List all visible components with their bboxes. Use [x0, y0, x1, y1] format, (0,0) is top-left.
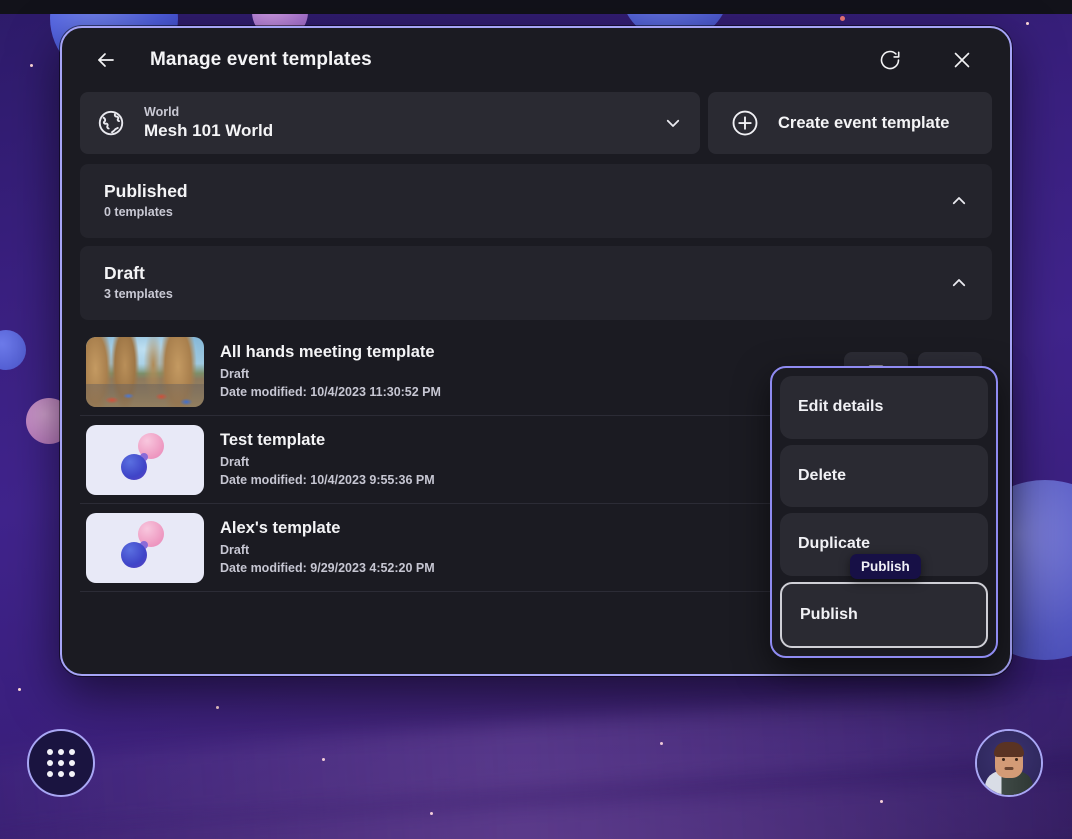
chevron-down-icon [666, 119, 680, 127]
section-published-text: Published 0 templates [104, 180, 950, 221]
page-title: Manage event templates [150, 49, 372, 70]
section-draft-title: Draft [104, 263, 145, 284]
create-event-template-label: Create event template [778, 113, 950, 132]
chevron-up-icon [952, 197, 966, 205]
world-and-create-row: World Mesh 101 World Create event templa… [62, 92, 1010, 154]
background-star [30, 64, 33, 67]
publish-tooltip: Publish [850, 554, 921, 579]
section-published-subtitle: 0 templates [104, 205, 173, 220]
section-draft-subtitle: 3 templates [104, 287, 173, 302]
template-context-menu: Edit details Delete Duplicate Publish [770, 366, 998, 658]
back-button[interactable] [84, 38, 128, 82]
template-date-modified: Date modified: 9/29/2023 4:52:20 PM [220, 561, 435, 576]
template-status: Draft [220, 454, 250, 469]
background-star [498, 8, 501, 11]
template-status: Draft [220, 542, 250, 557]
template-info: Alex's template Draft Date modified: 9/2… [220, 517, 828, 578]
background-star [18, 688, 21, 691]
app-launcher-button[interactable] [27, 729, 95, 797]
background-star [1026, 22, 1029, 25]
dialog-header: Manage event templates [62, 28, 1010, 92]
context-menu-item-delete[interactable]: Delete [780, 444, 988, 507]
world-selector[interactable]: World Mesh 101 World [80, 92, 700, 154]
template-thumbnail [86, 424, 204, 495]
background-orb [0, 330, 26, 370]
template-status: Draft [220, 366, 250, 381]
create-event-template-button[interactable]: Create event template [708, 92, 992, 154]
template-date-modified: Date modified: 10/4/2023 9:55:36 PM [220, 473, 435, 488]
background-star [216, 706, 219, 709]
template-name: All hands meeting template [220, 342, 435, 361]
world-label: World [144, 104, 180, 119]
template-thumbnail [86, 512, 204, 583]
section-published-title: Published [104, 181, 188, 202]
close-icon [954, 52, 970, 68]
background-star [840, 16, 845, 21]
context-menu-item-edit-details[interactable]: Edit details [780, 376, 988, 439]
refresh-button[interactable] [868, 38, 912, 82]
template-name: Test template [220, 430, 326, 449]
user-avatar-icon [977, 731, 1041, 795]
grid-apps-icon [47, 749, 75, 777]
close-button[interactable] [940, 38, 984, 82]
template-thumbnail [86, 336, 204, 407]
context-menu-item-publish[interactable]: Publish [780, 581, 988, 648]
plus-circle-icon [732, 110, 758, 136]
section-header-draft[interactable]: Draft 3 templates [80, 246, 992, 320]
world-value: Mesh 101 World [144, 121, 274, 141]
refresh-icon [880, 50, 900, 70]
globe-icon [98, 110, 124, 136]
avatar[interactable] [975, 729, 1043, 797]
template-info: All hands meeting template Draft Date mo… [220, 341, 828, 402]
section-draft-text: Draft 3 templates [104, 262, 950, 303]
template-info: Test template Draft Date modified: 10/4/… [220, 429, 828, 490]
chevron-up-icon [952, 279, 966, 287]
template-name: Alex's template [220, 518, 341, 537]
template-date-modified: Date modified: 10/4/2023 11:30:52 PM [220, 385, 441, 400]
sections-container: Published 0 templates Draft 3 templates [62, 154, 1010, 320]
world-selector-text: World Mesh 101 World [144, 104, 664, 143]
arrow-left-icon [98, 53, 114, 67]
section-header-published[interactable]: Published 0 templates [80, 164, 992, 238]
